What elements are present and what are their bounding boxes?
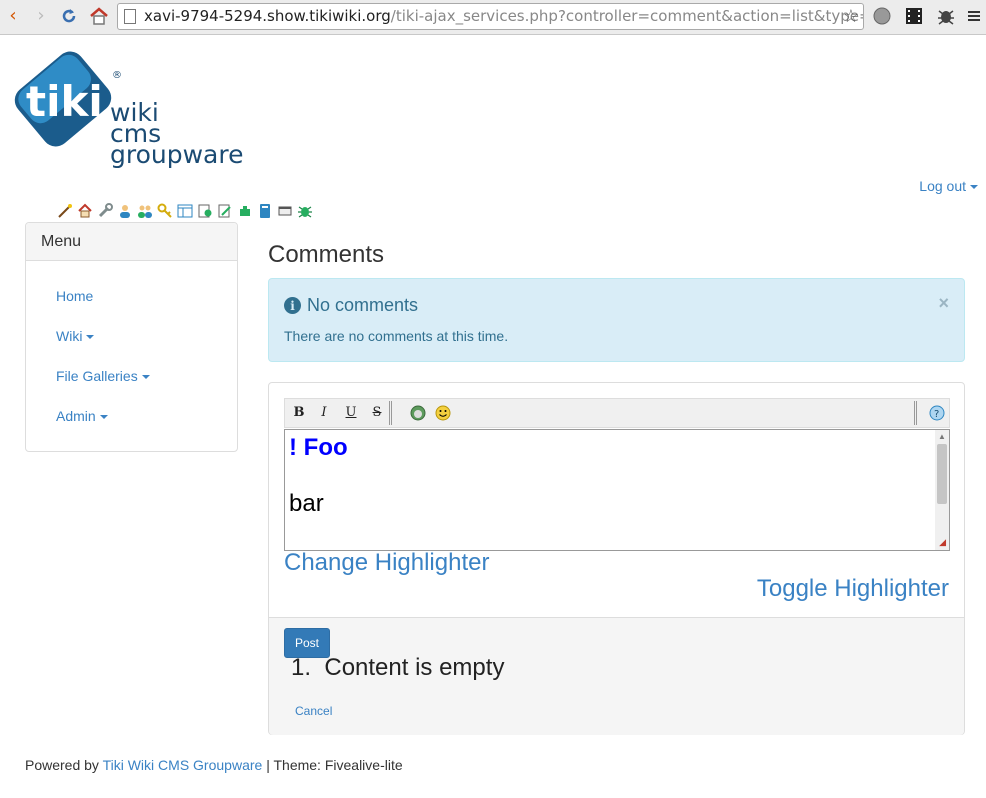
menu-item-home[interactable]: Home [56,288,93,304]
menu-item-label: File Galleries [56,368,138,384]
alert-title: i No comments [284,295,418,316]
back-icon[interactable]: ‹ [2,5,24,27]
page-title: Comments [268,241,385,268]
site-footer: Powered by Tiki Wiki CMS Groupware | The… [25,757,403,773]
bug-icon[interactable] [936,6,956,26]
close-icon[interactable]: × [938,293,949,314]
admin-icon-bar [57,203,313,219]
url-host: xavi-9794-5294.show.tikiwiki.org [144,7,391,25]
caret-down-icon [86,335,95,340]
modules-icon[interactable] [197,203,213,219]
cancel-link[interactable]: Cancel [295,704,332,718]
toolbar-separator [389,401,392,425]
info-icon: i [284,297,301,314]
underline-button[interactable]: U [343,405,359,421]
resize-grip-icon[interactable]: ◢ [939,537,946,548]
reload-icon[interactable] [58,5,80,27]
url-path: /tiki-ajax_services.php?controller=comme… [390,7,864,25]
editor-text-line: bar [289,490,324,517]
footer-theme: | Theme: Fivealive-lite [266,757,403,773]
menu-icon[interactable] [966,6,986,26]
book-icon[interactable] [257,203,273,219]
logo-mark-text: tiki [26,77,103,126]
strikethrough-button[interactable]: S [369,405,385,421]
bold-button[interactable]: B [291,405,307,421]
footer-tiki-link[interactable]: Tiki Wiki CMS Groupware [103,757,263,773]
menu-item-label: Admin [56,408,96,424]
menu-item-label: Home [56,288,94,304]
wand-icon[interactable] [57,203,73,219]
film-icon[interactable] [904,6,924,26]
house-icon[interactable] [77,203,93,219]
menu-panel: Menu Home Wiki File Galleries Admin [25,222,238,452]
console-icon[interactable] [277,203,293,219]
help-icon[interactable]: ? [929,405,945,421]
home-icon[interactable] [88,5,110,27]
menu-item-file-galleries[interactable]: File Galleries [56,368,150,384]
toggle-highlighter-link[interactable]: Toggle Highlighter [757,575,949,603]
image-icon[interactable] [410,405,426,421]
forward-icon[interactable]: › [30,5,52,27]
logo-registered-mark: ® [112,70,122,81]
logo-line-groupware: groupware [110,140,244,169]
italic-button[interactable]: I [316,405,332,421]
debug-bug-icon[interactable] [297,203,313,219]
site-logo[interactable]: tiki ® wiki cms groupware [8,44,253,178]
scroll-thumb[interactable] [937,444,947,504]
caret-down-icon [970,185,978,190]
bookmark-star-icon[interactable]: ☆ [843,4,859,29]
wrench-icon[interactable] [97,203,113,219]
comment-form: B I U S ? ! Foo bar ▲ ◢ Change Highlight… [268,382,965,735]
menu-item-wiki[interactable]: Wiki [56,328,95,344]
globe-icon[interactable] [872,6,892,26]
form-footer: Post 1. Content is empty Cancel [269,617,964,735]
alert-body: There are no comments at this time. [284,328,509,344]
alert-title-text: No comments [307,295,419,315]
menu-item-label: Wiki [56,328,83,344]
group-icon[interactable] [137,203,153,219]
plugin-icon[interactable] [237,203,253,219]
menu-item-admin[interactable]: Admin [56,408,108,424]
logout-dropdown[interactable]: Log out [919,178,978,194]
toolbar-separator [914,401,917,425]
error-list: 1. Content is empty [291,654,504,682]
user-icon[interactable] [117,203,133,219]
edit-page-icon[interactable] [217,203,233,219]
address-bar[interactable]: xavi-9794-5294.show.tikiwiki.org/tiki-aj… [117,3,864,30]
error-number: 1. [291,654,312,681]
logout-label: Log out [919,178,966,194]
no-comments-alert: i No comments There are no comments at t… [268,278,965,362]
footer-powered-by: Powered by [25,757,99,773]
comment-textarea[interactable]: ! Foo bar ▲ ◢ [284,429,950,551]
logo-wordmark: wiki cms groupware [110,100,244,169]
caret-down-icon [99,415,108,420]
error-text: Content is empty [324,654,505,681]
smiley-icon[interactable] [435,405,451,421]
editor-scrollbar[interactable]: ▲ [935,430,949,550]
scroll-up-icon[interactable]: ▲ [938,432,946,441]
change-highlighter-link[interactable]: Change Highlighter [284,549,489,577]
editor-toolbar: B I U S ? [284,398,950,428]
editor-heading-line: ! Foo [289,434,348,461]
error-item: 1. Content is empty [291,654,504,682]
browser-toolbar: ‹ › xavi-9794-5294.show.tikiwiki.org/tik… [0,0,986,35]
menu-title: Menu [26,223,237,261]
key-icon[interactable] [157,203,173,219]
caret-down-icon [141,375,150,380]
page-icon [124,9,136,24]
svg-text:?: ? [934,409,939,420]
layout-icon[interactable] [177,203,193,219]
